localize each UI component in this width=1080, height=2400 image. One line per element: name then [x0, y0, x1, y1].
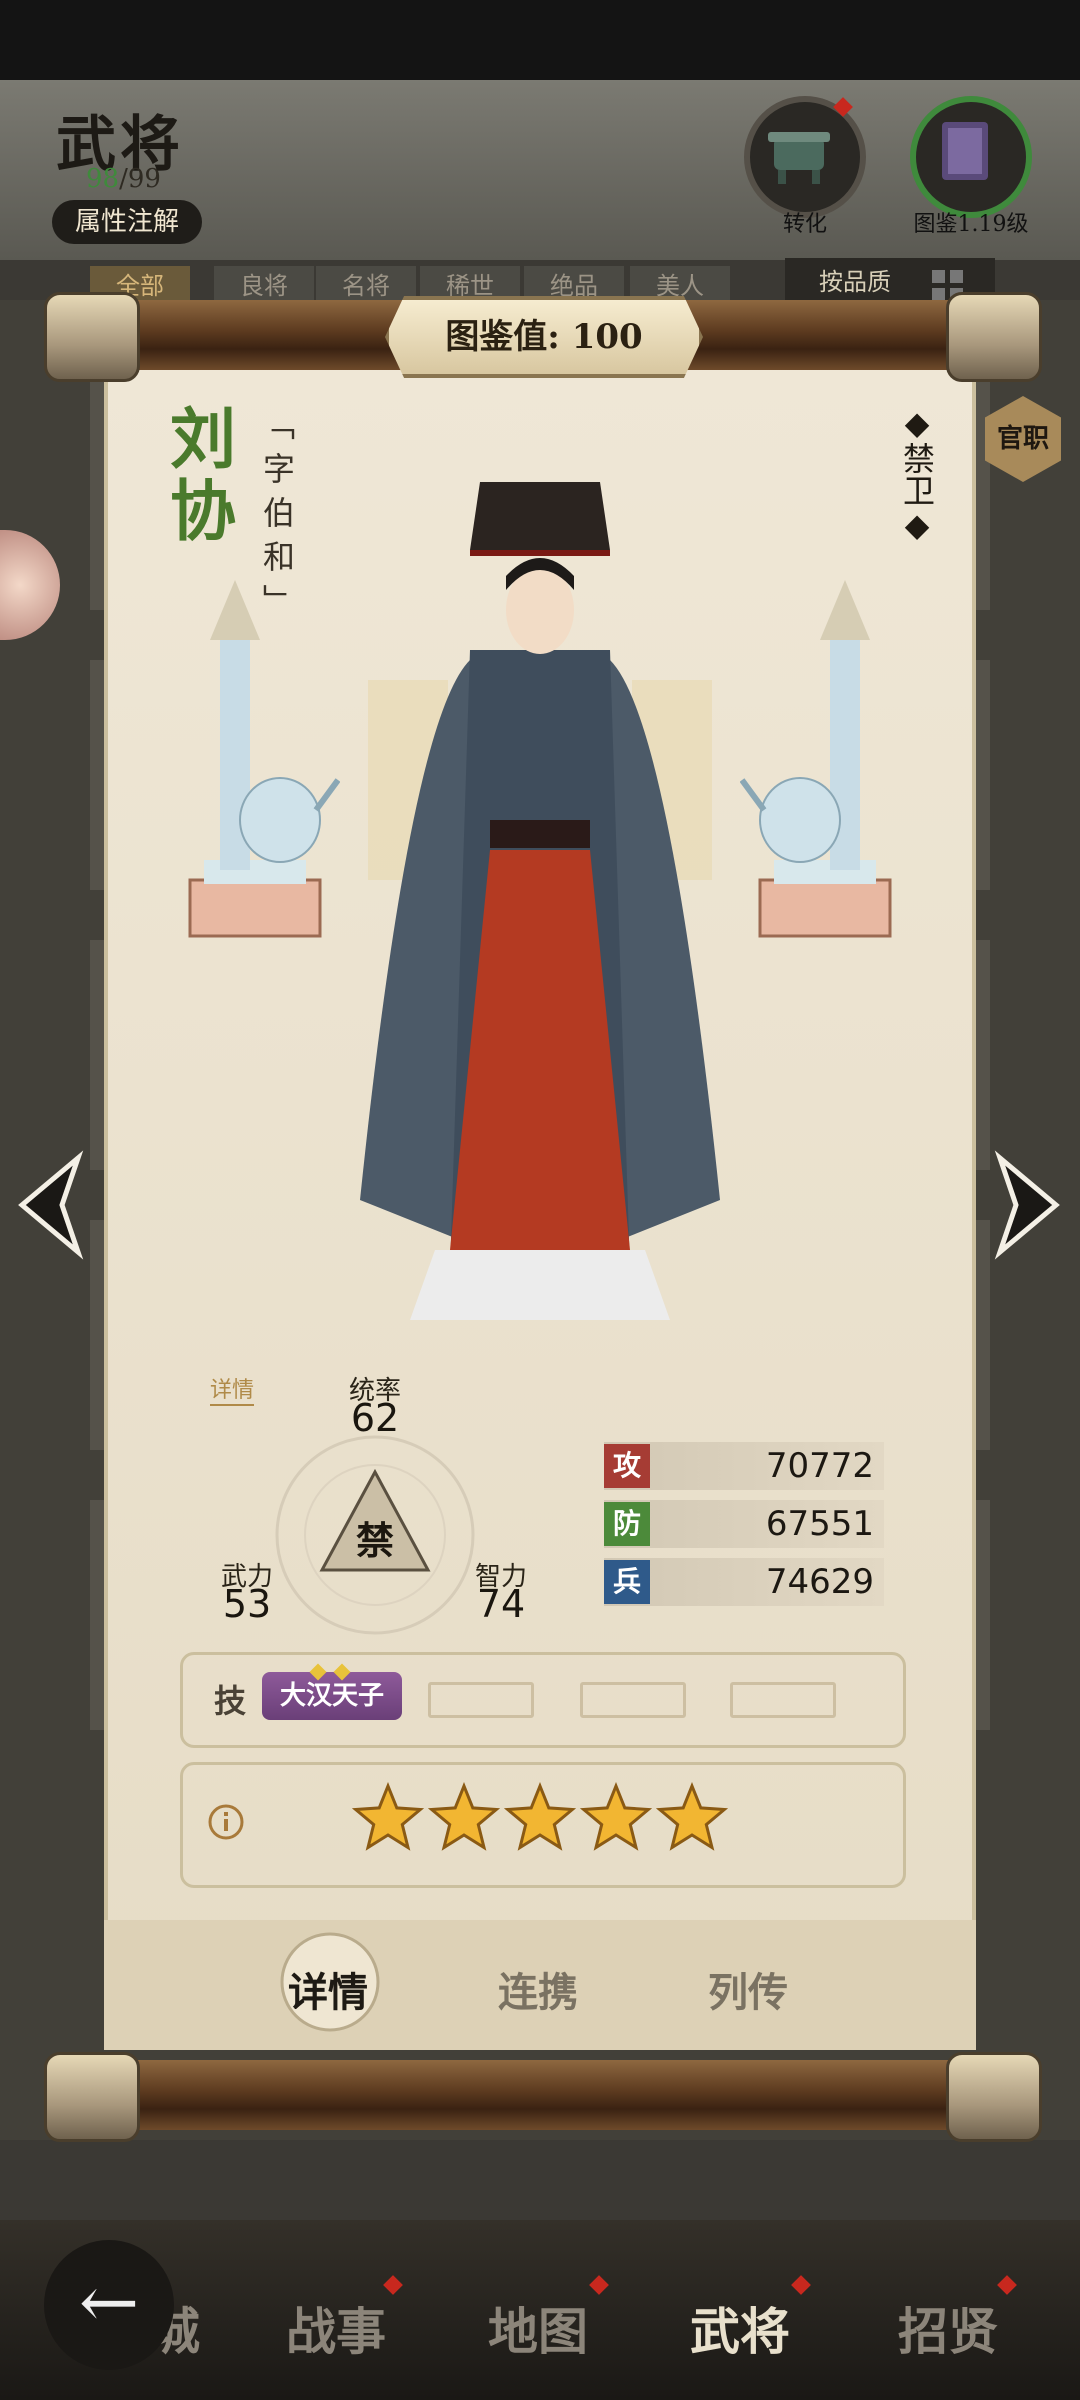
skill-button[interactable]: 大汉天子: [262, 1672, 402, 1720]
star-icon: [579, 1782, 653, 1851]
troop-class: ◆禁卫◆: [898, 404, 936, 544]
tab-biography[interactable]: 列传: [708, 1960, 788, 2018]
count-total: /99: [119, 164, 161, 194]
might-value: 53: [222, 1582, 272, 1626]
general-name: 刘协: [159, 404, 237, 548]
skill-label: 技: [214, 1682, 247, 1720]
attack-value: 70772: [765, 1446, 874, 1486]
troops-value: 74629: [765, 1562, 874, 1602]
star-icon: [351, 1782, 425, 1851]
lamp-stand-icon: [188, 580, 340, 938]
general-count: 98/99: [86, 164, 161, 194]
defense-icon: 防: [604, 1502, 650, 1546]
tab-synergy[interactable]: 连携: [498, 1960, 578, 2018]
scroll-end: [44, 2052, 140, 2142]
book-icon: [942, 122, 988, 180]
empty-skill-slot[interactable]: [580, 1682, 686, 1718]
codex-label: 图鉴1.19级: [913, 212, 1029, 237]
nav-battle[interactable]: 战事: [286, 2292, 386, 2364]
troops-bar: 兵 74629: [604, 1558, 884, 1606]
star-icon: [503, 1782, 577, 1851]
star-rating: [351, 1782, 729, 1851]
nav-map[interactable]: 地图: [488, 2292, 588, 2364]
transform-button[interactable]: 转化: [744, 96, 866, 237]
cauldron-icon: [768, 132, 830, 184]
defense-value: 67551: [765, 1504, 874, 1544]
detail-link[interactable]: 详情: [210, 1372, 255, 1406]
general-portrait: [360, 482, 720, 1320]
attack-icon: 攻: [604, 1444, 650, 1488]
status-bar: [0, 0, 1080, 80]
next-arrow-icon[interactable]: [990, 1150, 1070, 1260]
star-icon: [427, 1782, 501, 1851]
info-icon[interactable]: [206, 1802, 246, 1842]
nav-generals[interactable]: 武将: [690, 2292, 790, 2364]
scroll-rod-bottom: [60, 2060, 1020, 2130]
empty-skill-slot[interactable]: [428, 1682, 534, 1718]
defense-bar: 防 67551: [604, 1500, 884, 1548]
codex-value-plate: 图鉴值: 100: [385, 296, 703, 378]
count-current: 98: [86, 164, 120, 194]
lamp-stand-icon: [740, 580, 892, 938]
intelligence-value: 74: [476, 1582, 526, 1626]
attack-bar: 攻 70772: [604, 1442, 884, 1490]
scroll-end: [44, 292, 140, 382]
previous-arrow-icon[interactable]: [8, 1150, 88, 1260]
back-arrow-icon: ←: [78, 2260, 140, 2344]
scroll-end: [946, 292, 1042, 382]
transform-label: 转化: [782, 212, 827, 237]
troops-icon: 兵: [604, 1560, 650, 1604]
empty-skill-slot[interactable]: [730, 1682, 836, 1718]
back-button[interactable]: ←: [44, 2240, 174, 2370]
star-icon: [655, 1782, 729, 1851]
tab-details[interactable]: 详情: [288, 1960, 368, 2018]
triangle-label: 禁: [355, 1518, 394, 1563]
command-value: 62: [350, 1396, 400, 1440]
codex-button[interactable]: 图鉴1.19级: [910, 96, 1032, 237]
attribute-note-button[interactable]: 属性注解: [52, 200, 202, 244]
scroll-end: [946, 2052, 1042, 2142]
nav-recruit[interactable]: 招贤: [898, 2292, 998, 2364]
